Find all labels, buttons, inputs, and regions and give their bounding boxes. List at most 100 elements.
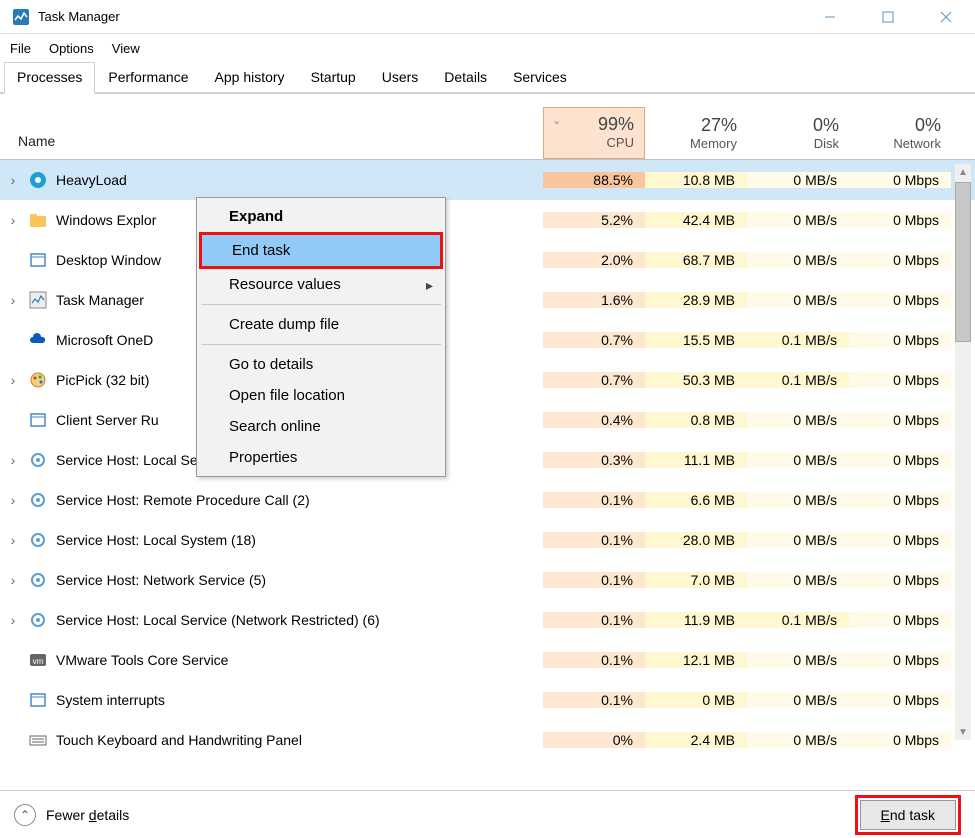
tab-app-history[interactable]: App history <box>202 62 298 92</box>
tab-startup[interactable]: Startup <box>298 62 369 92</box>
table-row[interactable]: ›Service Host: Local System (18)0.1%28.0… <box>0 520 975 560</box>
column-memory[interactable]: 27% Memory <box>645 109 747 159</box>
memory-value: 42.4 MB <box>645 212 747 228</box>
minimize-button[interactable] <box>801 0 859 34</box>
column-name[interactable]: Name <box>0 133 543 159</box>
process-icon <box>28 730 48 748</box>
table-row[interactable]: ›Service Host: Network Service (5)0.1%7.… <box>0 560 975 600</box>
disk-value: 0.1 MB/s <box>747 612 849 628</box>
process-name: HeavyLoad <box>56 172 127 188</box>
tab-details[interactable]: Details <box>431 62 500 92</box>
expand-icon[interactable]: › <box>6 293 20 307</box>
fewer-details-button[interactable]: ⌃ Fewer details <box>14 804 129 826</box>
memory-value: 50.3 MB <box>645 372 747 388</box>
process-icon <box>28 530 48 550</box>
scrollbar[interactable]: ▲ ▼ <box>955 164 971 740</box>
table-row[interactable]: ›Touch Keyboard and Handwriting Panel0%2… <box>0 720 975 748</box>
table-row[interactable]: ›Service Host: Local Service (No Network… <box>0 440 975 480</box>
table-row[interactable]: ›Microsoft OneD0.7%15.5 MB0.1 MB/s0 Mbps <box>0 320 975 360</box>
cm-resource-values[interactable]: Resource values ▸ <box>199 269 443 300</box>
sort-indicator-icon: ⌄ <box>552 114 561 127</box>
close-button[interactable] <box>917 0 975 34</box>
table-row[interactable]: ›Desktop Window2.0%68.7 MB0 MB/s0 Mbps <box>0 240 975 280</box>
memory-value: 11.1 MB <box>645 452 747 468</box>
process-icon <box>28 250 48 270</box>
table-row[interactable]: › Service Host: Local Service (Network Re… <box>0 600 975 640</box>
process-name: Task Manager <box>56 292 144 308</box>
disk-value: 0 MB/s <box>747 212 849 228</box>
disk-value: 0 MB/s <box>747 652 849 668</box>
table-row[interactable]: ›Windows Explor5.2%42.4 MB0 MB/s0 Mbps <box>0 200 975 240</box>
cm-open-location[interactable]: Open file location <box>199 380 443 411</box>
cm-search-online[interactable]: Search online <box>199 411 443 442</box>
table-row[interactable]: › Service Host: Remote Procedure Call (2)… <box>0 480 975 520</box>
scrollbar-thumb[interactable] <box>955 182 971 342</box>
process-name: Service Host: Remote Procedure Call (2) <box>56 492 310 508</box>
menu-view[interactable]: View <box>112 41 140 56</box>
cm-expand[interactable]: Expand <box>199 201 443 232</box>
network-value: 0 Mbps <box>849 372 951 388</box>
menu-options[interactable]: Options <box>49 41 94 56</box>
end-task-button[interactable]: End task <box>860 800 956 830</box>
cpu-value: 0.1% <box>543 652 645 668</box>
network-percent: 0% <box>849 115 941 136</box>
expand-icon[interactable]: › <box>6 493 20 507</box>
column-disk[interactable]: 0% Disk <box>747 109 849 159</box>
tab-users[interactable]: Users <box>369 62 432 92</box>
memory-value: 15.5 MB <box>645 332 747 348</box>
network-value: 0 Mbps <box>849 412 951 428</box>
process-icon <box>28 610 48 630</box>
title-bar: Task Manager <box>0 0 975 34</box>
network-value: 0 Mbps <box>849 292 951 308</box>
cm-end-task[interactable]: End task <box>202 235 440 266</box>
column-cpu[interactable]: ⌄ 99% CPU <box>543 107 645 159</box>
cm-create-dump[interactable]: Create dump file <box>199 309 443 340</box>
cpu-value: 0.1% <box>543 572 645 588</box>
highlight-end-task: End task <box>199 232 443 269</box>
scroll-up-icon[interactable]: ▲ <box>955 164 971 180</box>
expand-icon[interactable]: › <box>6 373 20 387</box>
tab-performance[interactable]: Performance <box>95 62 201 92</box>
tab-processes[interactable]: Processes <box>4 62 95 94</box>
tab-services[interactable]: Services <box>500 62 580 92</box>
cpu-value: 0.1% <box>543 532 645 548</box>
column-network[interactable]: 0% Network <box>849 109 951 159</box>
expand-icon[interactable]: › <box>6 213 20 227</box>
process-name: Service Host: Local Service (Network Res… <box>56 612 380 628</box>
expand-icon[interactable]: › <box>6 613 20 627</box>
submenu-arrow-icon: ▸ <box>426 277 433 294</box>
table-row[interactable]: ›vmVMware Tools Core Service0.1%12.1 MB0… <box>0 640 975 680</box>
network-value: 0 Mbps <box>849 492 951 508</box>
cpu-value: 2.0% <box>543 252 645 268</box>
process-name: Service Host: Local System (18) <box>56 532 256 548</box>
process-icon <box>28 170 48 190</box>
menu-bar: File Options View <box>0 34 975 62</box>
table-row[interactable]: ›Client Server Ru0.4%0.8 MB0 MB/s0 Mbps <box>0 400 975 440</box>
cpu-value: 0.7% <box>543 372 645 388</box>
maximize-button[interactable] <box>859 0 917 34</box>
expand-icon[interactable]: › <box>6 173 20 187</box>
process-name: Service Host: Network Service (5) <box>56 572 266 588</box>
table-row[interactable]: ›PicPick (32 bit)0.7%50.3 MB0.1 MB/s0 Mb… <box>0 360 975 400</box>
expand-icon[interactable]: › <box>6 573 20 587</box>
cm-properties[interactable]: Properties <box>199 442 443 473</box>
menu-file[interactable]: File <box>10 41 31 56</box>
memory-value: 68.7 MB <box>645 252 747 268</box>
cpu-label: CPU <box>544 135 634 150</box>
table-row[interactable]: ›HeavyLoad88.5%10.8 MB0 MB/s0 Mbps <box>0 160 975 200</box>
process-table: ›HeavyLoad88.5%10.8 MB0 MB/s0 Mbps›Windo… <box>0 160 975 748</box>
scroll-down-icon[interactable]: ▼ <box>955 724 971 740</box>
table-row[interactable]: ›System interrupts0.1%0 MB0 MB/s0 Mbps <box>0 680 975 720</box>
memory-value: 0.8 MB <box>645 412 747 428</box>
disk-value: 0 MB/s <box>747 732 849 748</box>
memory-value: 11.9 MB <box>645 612 747 628</box>
network-value: 0 Mbps <box>849 172 951 188</box>
table-row[interactable]: ›Task Manager1.6%28.9 MB0 MB/s0 Mbps <box>0 280 975 320</box>
network-value: 0 Mbps <box>849 732 951 748</box>
process-name: Desktop Window <box>56 252 161 268</box>
expand-icon[interactable]: › <box>6 453 20 467</box>
cpu-value: 0.4% <box>543 412 645 428</box>
cm-go-details[interactable]: Go to details <box>199 349 443 380</box>
expand-icon[interactable]: › <box>6 533 20 547</box>
cm-separator <box>201 304 441 305</box>
